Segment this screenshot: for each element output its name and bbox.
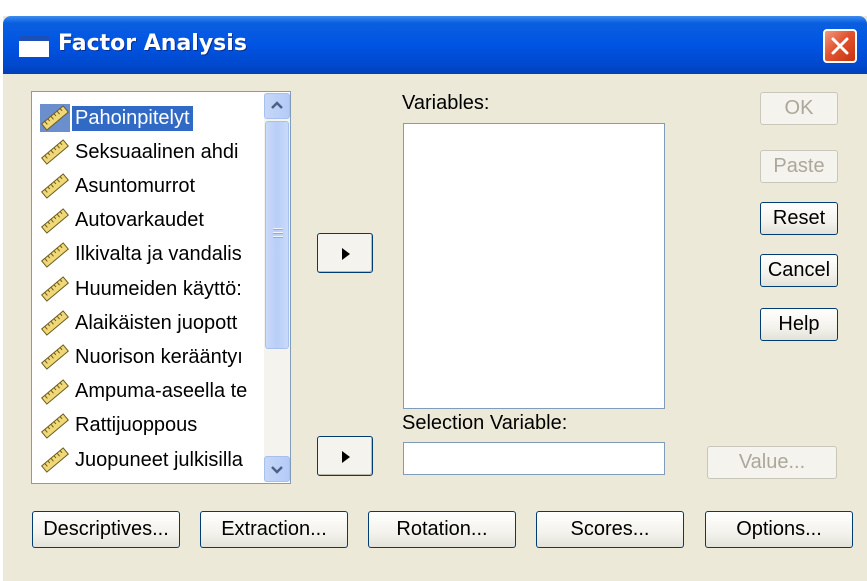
scale-variable-icon xyxy=(40,310,70,336)
chevron-down-icon xyxy=(271,466,283,474)
scale-variable-icon xyxy=(40,447,70,473)
variable-list-item[interactable]: Rattijuoppous xyxy=(40,411,258,441)
variable-list-item[interactable]: Seksuaalinen ahdi xyxy=(40,137,258,167)
options-button[interactable]: Options... xyxy=(705,511,853,548)
scale-variable-icon xyxy=(40,276,70,302)
list-scrollbar[interactable] xyxy=(264,93,290,482)
scale-variable-icon xyxy=(40,104,70,132)
scale-variable-icon xyxy=(40,242,70,268)
move-to-variables-button[interactable] xyxy=(317,233,373,273)
scores-button[interactable]: Scores... xyxy=(536,511,684,548)
variable-list-item[interactable]: Ilkivalta ja vandalis xyxy=(40,240,258,270)
paste-button[interactable]: Paste xyxy=(760,150,838,183)
scroll-down-button[interactable] xyxy=(264,456,290,482)
variable-list-item[interactable]: Alaikäisten juopott xyxy=(40,308,258,338)
variable-name: Ilkivalta ja vandalis xyxy=(75,243,242,266)
scale-variable-icon xyxy=(40,413,70,439)
reset-button[interactable]: Reset xyxy=(760,202,838,235)
scale-variable-icon xyxy=(40,344,70,371)
variable-name: Asuntomurrot xyxy=(75,174,196,197)
variable-name: Ampuma-aseella te xyxy=(75,380,248,403)
variable-name: Rattijuoppous xyxy=(75,414,198,437)
window-icon xyxy=(19,36,49,57)
scroll-thumb[interactable] xyxy=(265,121,289,349)
scale-variable-icon xyxy=(40,378,70,405)
selection-variable-label: Selection Variable: xyxy=(402,412,568,434)
variables-list[interactable] xyxy=(403,123,665,409)
move-to-selection-button[interactable] xyxy=(317,436,373,476)
variable-list-item[interactable]: Pahoinpitelyt xyxy=(40,103,258,133)
source-variable-list[interactable]: Pahoinpitelyt Seksuaalinen ahdi Asuntomurr… xyxy=(31,91,291,484)
title-bar[interactable]: Factor Analysis xyxy=(3,16,867,74)
variable-name: Alaikäisten juopott xyxy=(75,311,238,334)
help-button[interactable]: Help xyxy=(760,308,838,341)
variable-name: Pahoinpitelyt xyxy=(72,105,193,131)
scale-variable-icon xyxy=(40,139,70,165)
ok-button[interactable]: OK xyxy=(760,92,838,125)
factor-analysis-dialog: Factor Analysis Pahoinpitelyt Seksuaaline… xyxy=(3,16,867,581)
variables-label: Variables: xyxy=(402,92,490,114)
variable-list-item[interactable]: Nuorison kerääntyı xyxy=(40,342,258,372)
scale-variable-icon xyxy=(40,207,70,234)
close-icon xyxy=(831,37,849,55)
extraction-button[interactable]: Extraction... xyxy=(200,511,348,548)
variable-list-item[interactable]: Ampuma-aseella te xyxy=(40,377,258,407)
variable-list-item[interactable]: Juopuneet julkisilla xyxy=(40,445,258,475)
rotation-button[interactable]: Rotation... xyxy=(368,511,516,548)
descriptives-button[interactable]: Descriptives... xyxy=(32,511,180,548)
scroll-up-button[interactable] xyxy=(264,93,290,119)
close-button[interactable] xyxy=(823,29,857,63)
variable-list-item[interactable]: Huumeiden käyttö: xyxy=(40,274,258,304)
variable-name: Juopuneet julkisilla xyxy=(75,448,243,471)
window-title: Factor Analysis xyxy=(58,31,247,56)
variable-name: Seksuaalinen ahdi xyxy=(75,140,239,163)
arrow-right-icon xyxy=(342,451,350,463)
variable-name: Nuorison kerääntyı xyxy=(75,345,243,368)
value-button[interactable]: Value... xyxy=(707,446,837,479)
variable-name: Autovarkaudet xyxy=(75,209,204,232)
variable-name: Huumeiden käyttö: xyxy=(75,277,242,300)
selection-variable-field[interactable] xyxy=(403,442,665,475)
variable-list-item[interactable]: Autovarkaudet xyxy=(40,206,258,236)
cancel-button[interactable]: Cancel xyxy=(760,254,838,287)
variable-list-item[interactable]: Asuntomurrot xyxy=(40,171,258,201)
scale-variable-icon xyxy=(40,173,70,200)
chevron-up-icon xyxy=(271,101,283,109)
arrow-right-icon xyxy=(342,248,350,260)
